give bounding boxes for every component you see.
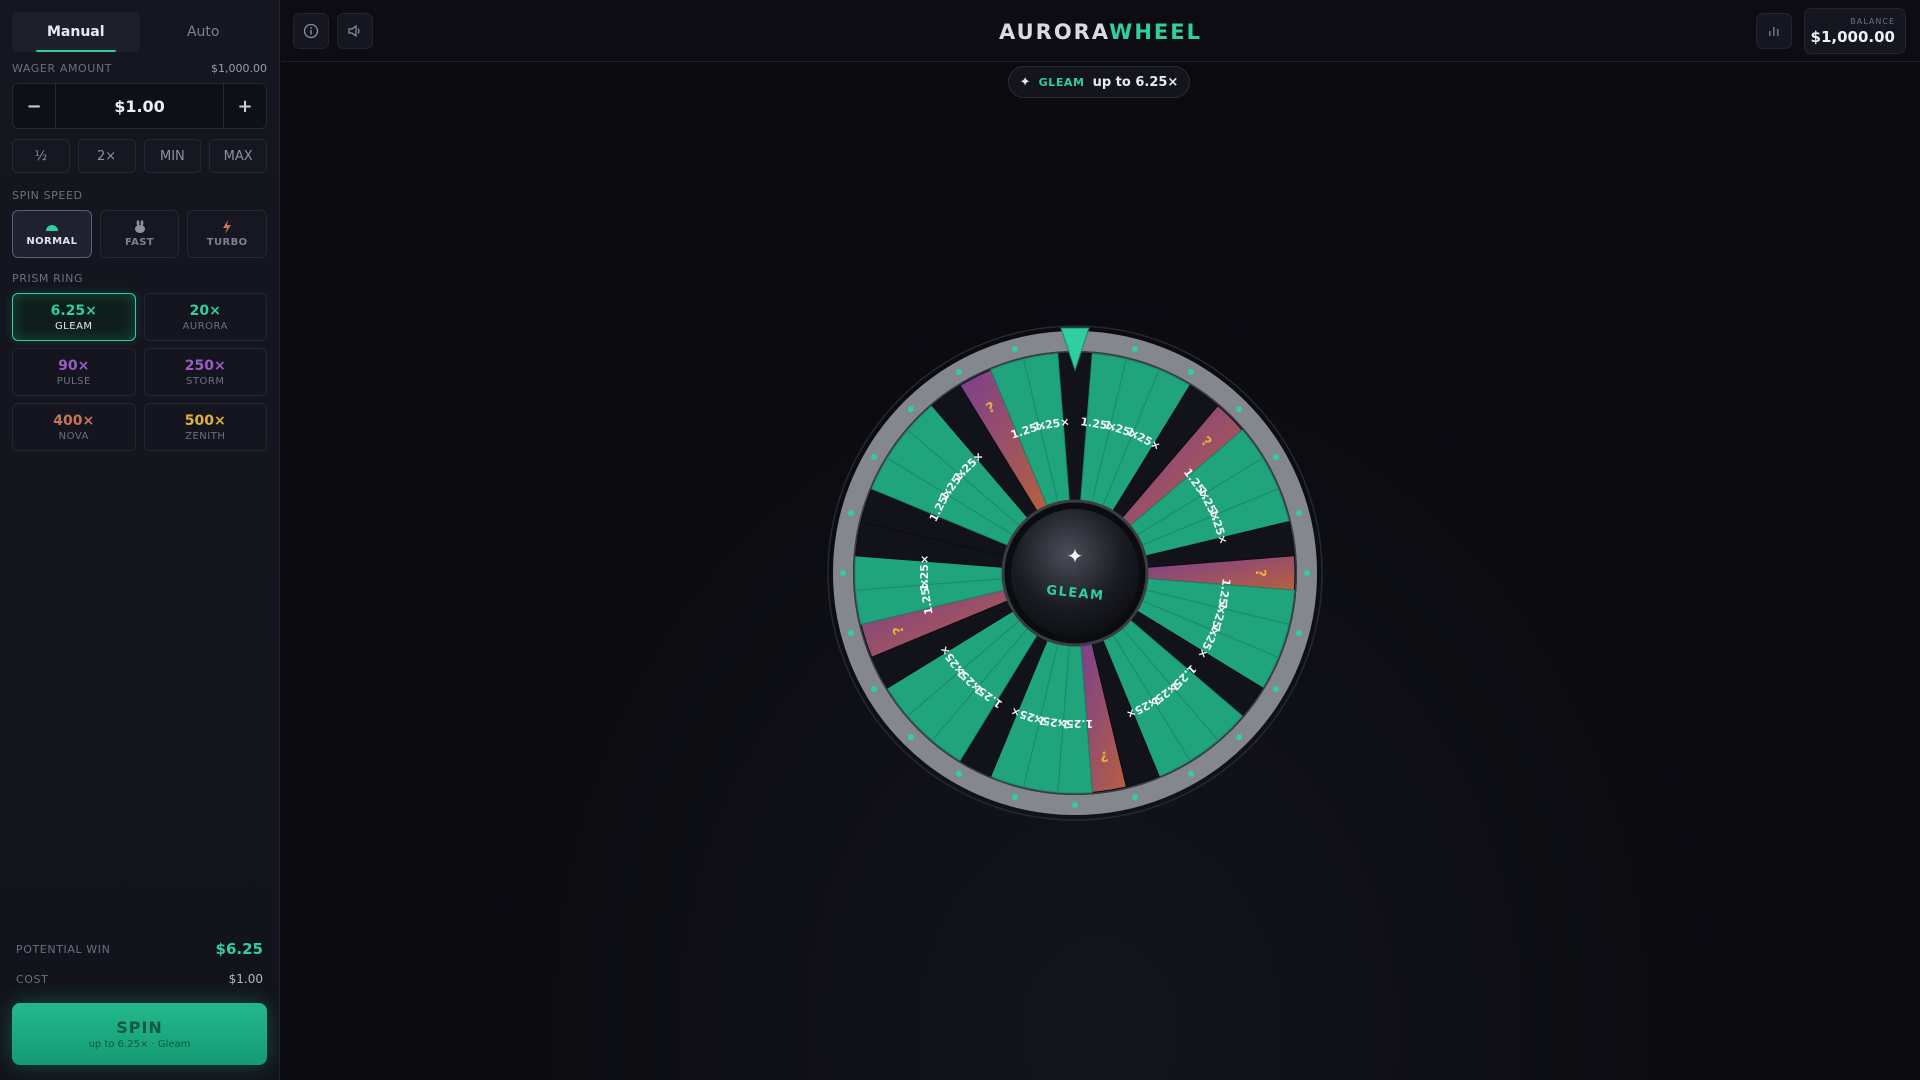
speed-fast-button[interactable]: FAST xyxy=(99,210,180,258)
sparkle-icon: ✦ xyxy=(1019,74,1031,90)
gauge-icon xyxy=(45,225,58,231)
wager-input-group: − $1.00 + xyxy=(12,83,267,129)
wager-increase-button[interactable]: + xyxy=(224,84,266,128)
ring-nova-multiplier: 400× xyxy=(53,412,95,429)
ring-storm-name: STORM xyxy=(186,375,225,387)
rim-dot xyxy=(1272,686,1279,692)
prize-wheel[interactable]: 1.25×1.25×1.25× ?1.25×1.25×1.25×?1.25×1.2… xyxy=(820,318,1330,828)
ring-pulse-multiplier: 90× xyxy=(58,357,90,374)
rim-dot xyxy=(1296,630,1303,637)
ring-aurora-button[interactable]: 20× AURORA xyxy=(143,293,267,341)
balance-value: $1,000.00 xyxy=(1810,27,1895,46)
rim-dot xyxy=(1132,794,1139,801)
wager-double-button[interactable]: 2× xyxy=(77,139,136,173)
ring-pulse-name: PULSE xyxy=(56,375,91,387)
stats-icon xyxy=(1769,27,1779,36)
wager-half-button[interactable]: ½ xyxy=(12,139,70,173)
rim-dot xyxy=(1072,802,1078,808)
ring-aurora-multiplier: 20× xyxy=(189,302,221,319)
stats-button[interactable] xyxy=(1756,13,1792,49)
ring-storm-button[interactable]: 250× STORM xyxy=(143,348,267,396)
tab-auto[interactable]: Auto xyxy=(140,12,268,52)
cost-row: COST $1.00 xyxy=(12,972,267,986)
wager-label-row: WAGER AMOUNT $1,000.00 xyxy=(12,62,267,75)
wager-amount-input[interactable]: $1.00 xyxy=(55,84,224,128)
rim-dot xyxy=(847,509,854,516)
segment-multiplier-label: 1.25× xyxy=(918,555,931,591)
rim-dot xyxy=(907,734,914,741)
ring-gleam-button[interactable]: 6.25× GLEAM xyxy=(12,293,136,341)
ring-gleam-multiplier: 6.25× xyxy=(50,302,97,319)
rim-dot xyxy=(1304,570,1310,576)
hub-sparkle-icon: ✦ xyxy=(1067,544,1084,568)
top-bar: AURORAWHEEL BALANCE $1,000.00 xyxy=(281,0,1920,62)
speed-normal-label: NORMAL xyxy=(26,236,78,247)
ring-pulse-button[interactable]: 90× PULSE xyxy=(12,348,136,396)
cost-label: COST xyxy=(16,972,49,986)
active-ring-pill: ✦ GLEAM up to 6.25× xyxy=(1008,66,1190,98)
rim-dot xyxy=(871,454,878,460)
wager-max-button[interactable]: MAX xyxy=(209,139,267,173)
rim-dot xyxy=(956,770,962,777)
wager-decrease-button[interactable]: − xyxy=(13,84,55,128)
ring-zenith-name: ZENITH xyxy=(185,430,226,442)
speed-turbo-button[interactable]: TURBO xyxy=(187,210,268,258)
ring-storm-multiplier: 250× xyxy=(184,357,226,374)
rim-dot xyxy=(840,570,846,576)
lightning-icon xyxy=(223,220,232,234)
speed-turbo-label: TURBO xyxy=(206,237,248,248)
spin-speed-label: SPIN SPEED xyxy=(12,189,83,202)
speed-fast-label: FAST xyxy=(124,237,155,248)
prism-ring-label: PRISM RING xyxy=(12,272,84,285)
ring-gleam-name: GLEAM xyxy=(54,320,93,332)
rim-dot xyxy=(1132,345,1139,352)
rim-dot xyxy=(1188,369,1194,376)
spin-button[interactable]: SPIN up to 6.25× · Gleam xyxy=(12,1003,267,1065)
bet-summary: POTENTIAL WIN $6.25 COST $1.00 xyxy=(12,940,267,1000)
rim-dot xyxy=(1296,509,1303,516)
spin-speed-options: NORMAL FAST TURBO xyxy=(12,210,268,258)
wager-min-button[interactable]: MIN xyxy=(143,139,202,173)
balance-display: BALANCE $1,000.00 xyxy=(1804,8,1906,54)
sidebar: Manual Auto WAGER AMOUNT $1,000.00 − $1.… xyxy=(0,0,280,1080)
ring-zenith-multiplier: 500× xyxy=(184,412,226,429)
segment-mystery-label: ? xyxy=(1252,569,1268,577)
spin-button-subtitle: up to 6.25× · Gleam xyxy=(88,1039,191,1050)
rim-dot xyxy=(871,686,878,692)
cost-value: $1.00 xyxy=(228,972,263,986)
wheel-hub xyxy=(1011,509,1139,637)
ring-zenith-button[interactable]: 500× ZENITH xyxy=(143,403,267,451)
rim-dot xyxy=(1236,734,1243,741)
ring-nova-button[interactable]: 400× NOVA xyxy=(12,403,136,451)
potential-win-row: POTENTIAL WIN $6.25 xyxy=(12,940,267,958)
balance-label: BALANCE xyxy=(1850,16,1895,26)
wager-quick-buttons: ½ 2× MIN MAX xyxy=(12,139,267,173)
rabbit-icon xyxy=(134,220,145,233)
potential-win-value: $6.25 xyxy=(215,940,263,958)
rim-dot xyxy=(1011,345,1018,352)
rim-dot xyxy=(1236,405,1243,412)
rim-dot xyxy=(1272,454,1279,460)
speed-normal-button[interactable]: NORMAL xyxy=(12,210,92,258)
rim-dot xyxy=(907,405,914,412)
mode-tabs: Manual Auto xyxy=(12,12,267,52)
brand-logo: AURORAWHEEL xyxy=(281,20,1920,44)
rim-dot xyxy=(847,630,854,637)
rim-dot xyxy=(956,369,962,376)
potential-win-label: POTENTIAL WIN xyxy=(16,942,111,956)
brand-name-part1: AURORA xyxy=(999,20,1110,44)
prism-ring-options: 6.25× GLEAM 20× AURORA 90× PULSE 250× ST… xyxy=(12,293,267,451)
wager-max-note: $1,000.00 xyxy=(211,62,267,75)
rim-dot xyxy=(1188,770,1194,777)
active-ring-name: GLEAM xyxy=(1038,75,1085,89)
rim-dot xyxy=(1011,794,1018,801)
tab-manual[interactable]: Manual xyxy=(12,12,140,52)
brand-name-part2: WHEEL xyxy=(1109,20,1202,44)
wager-label: WAGER AMOUNT xyxy=(12,62,113,75)
active-ring-multiplier: up to 6.25× xyxy=(1092,74,1179,90)
spin-button-title: SPIN xyxy=(116,1018,163,1037)
ring-nova-name: NOVA xyxy=(58,430,89,442)
ring-aurora-name: AURORA xyxy=(182,320,228,332)
